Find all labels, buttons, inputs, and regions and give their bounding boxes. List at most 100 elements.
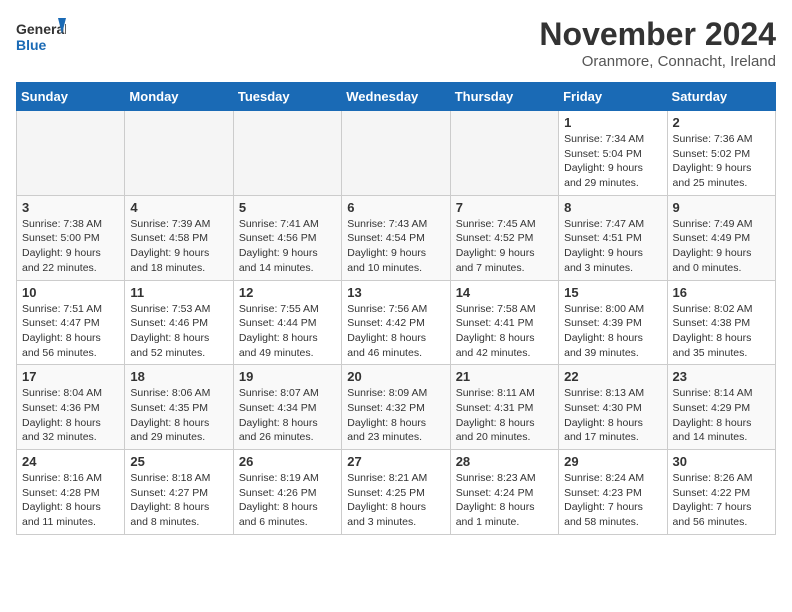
calendar-cell: 12Sunrise: 7:55 AMSunset: 4:44 PMDayligh… <box>233 280 341 365</box>
day-number: 2 <box>673 115 770 130</box>
day-number: 25 <box>130 454 227 469</box>
calendar-cell: 27 Sunrise: 8:21 AMSunset: 4:25 PMDayligh… <box>342 450 450 535</box>
day-info: Sunrise: 7:39 AMSunset: 4:58 PMDaylight:… <box>130 217 227 276</box>
day-info: Sunrise: 8:06 AMSunset: 4:35 PMDaylight:… <box>130 386 227 445</box>
title-area: November 2024 Oranmore, Connacht, Irelan… <box>539 16 776 70</box>
calendar-cell: 19 Sunrise: 8:07 AMSunset: 4:34 PMDayligh… <box>233 365 341 450</box>
month-title: November 2024 <box>539 16 776 53</box>
day-info: Sunrise: 8:00 AMSunset: 4:39 PMDaylight:… <box>564 302 661 361</box>
calendar-cell: 8Sunrise: 7:47 AMSunset: 4:51 PMDaylight… <box>559 195 667 280</box>
day-number: 23 <box>673 369 770 384</box>
day-number: 15 <box>564 285 661 300</box>
calendar-cell: 11 Sunrise: 7:53 AMSunset: 4:46 PMDayligh… <box>125 280 233 365</box>
day-number: 20 <box>347 369 444 384</box>
logo-icon: GeneralBlue <box>16 16 66 56</box>
calendar-week-4: 17Sunrise: 8:04 AMSunset: 4:36 PMDayligh… <box>17 365 776 450</box>
day-info: Sunrise: 7:58 AMSunset: 4:41 PMDaylight:… <box>456 302 553 361</box>
day-of-week-saturday: Saturday <box>667 83 775 111</box>
calendar-cell: 20 Sunrise: 8:09 AMSunset: 4:32 PMDayligh… <box>342 365 450 450</box>
day-info: Sunrise: 8:16 AMSunset: 4:28 PMDaylight:… <box>22 471 119 530</box>
day-of-week-friday: Friday <box>559 83 667 111</box>
day-number: 14 <box>456 285 553 300</box>
day-info: Sunrise: 8:23 AMSunset: 4:24 PMDaylight:… <box>456 471 553 530</box>
day-info: Sunrise: 7:51 AMSunset: 4:47 PMDaylight:… <box>22 302 119 361</box>
svg-text:General: General <box>16 21 66 37</box>
day-info: Sunrise: 7:43 AMSunset: 4:54 PMDaylight:… <box>347 217 444 276</box>
calendar-cell: 13 Sunrise: 7:56 AMSunset: 4:42 PMDayligh… <box>342 280 450 365</box>
calendar-cell: 4 Sunrise: 7:39 AMSunset: 4:58 PMDaylight… <box>125 195 233 280</box>
day-of-week-sunday: Sunday <box>17 83 125 111</box>
day-info: Sunrise: 7:56 AMSunset: 4:42 PMDaylight:… <box>347 302 444 361</box>
day-of-week-wednesday: Wednesday <box>342 83 450 111</box>
day-info: Sunrise: 7:55 AMSunset: 4:44 PMDaylight:… <box>239 302 336 361</box>
day-number: 27 <box>347 454 444 469</box>
day-number: 9 <box>673 200 770 215</box>
day-info: Sunrise: 8:21 AMSunset: 4:25 PMDaylight:… <box>347 471 444 530</box>
calendar-cell: 29Sunrise: 8:24 AMSunset: 4:23 PMDayligh… <box>559 450 667 535</box>
day-info: Sunrise: 8:13 AMSunset: 4:30 PMDaylight:… <box>564 386 661 445</box>
day-of-week-monday: Monday <box>125 83 233 111</box>
calendar-cell <box>125 111 233 196</box>
calendar-cell <box>450 111 558 196</box>
calendar-cell <box>342 111 450 196</box>
day-number: 7 <box>456 200 553 215</box>
day-info: Sunrise: 7:45 AMSunset: 4:52 PMDaylight:… <box>456 217 553 276</box>
calendar-cell: 10 Sunrise: 7:51 AMSunset: 4:47 PMDayligh… <box>17 280 125 365</box>
day-info: Sunrise: 8:19 AMSunset: 4:26 PMDaylight:… <box>239 471 336 530</box>
calendar-cell: 15 Sunrise: 8:00 AMSunset: 4:39 PMDayligh… <box>559 280 667 365</box>
day-info: Sunrise: 7:34 AMSunset: 5:04 PMDaylight:… <box>564 132 661 191</box>
calendar-week-2: 3 Sunrise: 7:38 AMSunset: 5:00 PMDaylight… <box>17 195 776 280</box>
logo: GeneralBlue <box>16 16 66 56</box>
day-number: 10 <box>22 285 119 300</box>
day-info: Sunrise: 7:36 AMSunset: 5:02 PMDaylight:… <box>673 132 770 191</box>
day-info: Sunrise: 8:07 AMSunset: 4:34 PMDaylight:… <box>239 386 336 445</box>
day-number: 19 <box>239 369 336 384</box>
svg-text:Blue: Blue <box>16 37 47 53</box>
calendar-week-5: 24Sunrise: 8:16 AMSunset: 4:28 PMDayligh… <box>17 450 776 535</box>
header: GeneralBlue November 2024 Oranmore, Conn… <box>16 16 776 70</box>
day-info: Sunrise: 8:18 AMSunset: 4:27 PMDaylight:… <box>130 471 227 530</box>
day-info: Sunrise: 8:14 AMSunset: 4:29 PMDaylight:… <box>673 386 770 445</box>
day-number: 22 <box>564 369 661 384</box>
calendar-cell: 25 Sunrise: 8:18 AMSunset: 4:27 PMDayligh… <box>125 450 233 535</box>
calendar-cell: 23 Sunrise: 8:14 AMSunset: 4:29 PMDayligh… <box>667 365 775 450</box>
day-info: Sunrise: 7:41 AMSunset: 4:56 PMDaylight:… <box>239 217 336 276</box>
calendar-cell: 18 Sunrise: 8:06 AMSunset: 4:35 PMDayligh… <box>125 365 233 450</box>
day-info: Sunrise: 8:26 AMSunset: 4:22 PMDaylight:… <box>673 471 770 530</box>
calendar-cell: 3 Sunrise: 7:38 AMSunset: 5:00 PMDaylight… <box>17 195 125 280</box>
day-number: 18 <box>130 369 227 384</box>
calendar-cell: 21Sunrise: 8:11 AMSunset: 4:31 PMDayligh… <box>450 365 558 450</box>
calendar-week-3: 10 Sunrise: 7:51 AMSunset: 4:47 PMDayligh… <box>17 280 776 365</box>
day-number: 13 <box>347 285 444 300</box>
day-number: 11 <box>130 285 227 300</box>
calendar-cell: 7 Sunrise: 7:45 AMSunset: 4:52 PMDaylight… <box>450 195 558 280</box>
calendar-cell: 5Sunrise: 7:41 AMSunset: 4:56 PMDaylight… <box>233 195 341 280</box>
calendar-cell: 16Sunrise: 8:02 AMSunset: 4:38 PMDayligh… <box>667 280 775 365</box>
calendar-cell: 24Sunrise: 8:16 AMSunset: 4:28 PMDayligh… <box>17 450 125 535</box>
day-info: Sunrise: 8:11 AMSunset: 4:31 PMDaylight:… <box>456 386 553 445</box>
calendar-cell: 2 Sunrise: 7:36 AMSunset: 5:02 PMDaylight… <box>667 111 775 196</box>
calendar-week-1: 1Sunrise: 7:34 AMSunset: 5:04 PMDaylight… <box>17 111 776 196</box>
day-number: 16 <box>673 285 770 300</box>
day-info: Sunrise: 8:04 AMSunset: 4:36 PMDaylight:… <box>22 386 119 445</box>
calendar-cell: 14 Sunrise: 7:58 AMSunset: 4:41 PMDayligh… <box>450 280 558 365</box>
day-info: Sunrise: 8:09 AMSunset: 4:32 PMDaylight:… <box>347 386 444 445</box>
calendar-table: SundayMondayTuesdayWednesdayThursdayFrid… <box>16 82 776 535</box>
day-of-week-thursday: Thursday <box>450 83 558 111</box>
day-of-week-tuesday: Tuesday <box>233 83 341 111</box>
header-row: SundayMondayTuesdayWednesdayThursdayFrid… <box>17 83 776 111</box>
day-info: Sunrise: 7:53 AMSunset: 4:46 PMDaylight:… <box>130 302 227 361</box>
day-number: 3 <box>22 200 119 215</box>
calendar-cell: 6Sunrise: 7:43 AMSunset: 4:54 PMDaylight… <box>342 195 450 280</box>
day-info: Sunrise: 8:24 AMSunset: 4:23 PMDaylight:… <box>564 471 661 530</box>
calendar-cell <box>17 111 125 196</box>
day-info: Sunrise: 7:49 AMSunset: 4:49 PMDaylight:… <box>673 217 770 276</box>
calendar-cell <box>233 111 341 196</box>
calendar-cell: 26 Sunrise: 8:19 AMSunset: 4:26 PMDayligh… <box>233 450 341 535</box>
day-number: 4 <box>130 200 227 215</box>
day-info: Sunrise: 7:47 AMSunset: 4:51 PMDaylight:… <box>564 217 661 276</box>
day-number: 26 <box>239 454 336 469</box>
day-info: Sunrise: 7:38 AMSunset: 5:00 PMDaylight:… <box>22 217 119 276</box>
calendar-cell: 9 Sunrise: 7:49 AMSunset: 4:49 PMDaylight… <box>667 195 775 280</box>
day-number: 30 <box>673 454 770 469</box>
